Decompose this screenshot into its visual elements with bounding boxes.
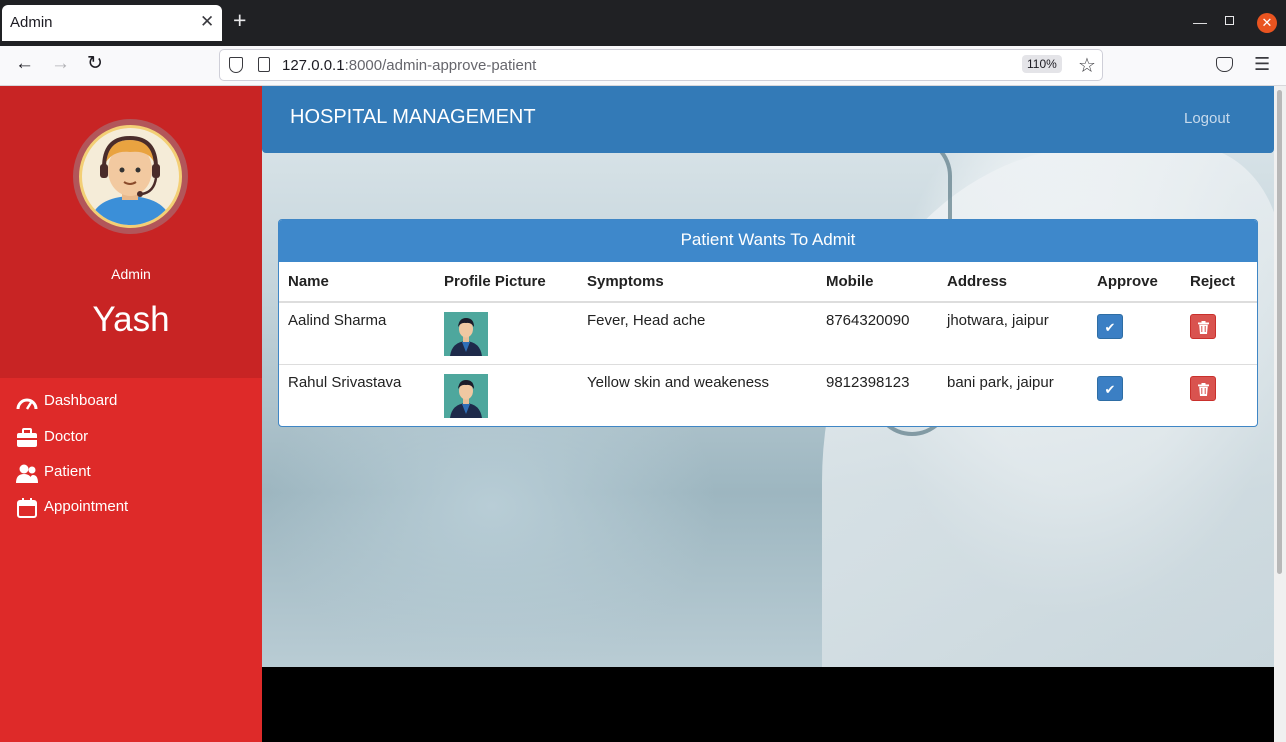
sidebar-profile: Admin Yash: [0, 86, 262, 378]
check-icon: ✔: [1104, 320, 1116, 335]
patient-name: Rahul Srivastava: [288, 373, 402, 391]
patient-name: Aalind Sharma: [279, 302, 435, 365]
trash-icon: [1197, 382, 1209, 396]
dashboard-gauge-icon: [16, 398, 38, 410]
reload-icon[interactable]: ↻: [87, 54, 103, 73]
sidebar-item-label: Dashboard: [44, 392, 118, 409]
page-scrollbar[interactable]: [1274, 86, 1286, 742]
patient-mobile: 8764320090: [817, 302, 938, 365]
profile-picture-cell: [435, 364, 578, 426]
patient-mobile: 9812398123: [826, 373, 910, 391]
reject-button[interactable]: [1190, 375, 1216, 401]
browser-tab-bar: Admin ✕ + — ✕: [0, 0, 1286, 46]
column-header-name: Name: [279, 262, 435, 303]
patient-address: jhotwara, jaipur: [938, 302, 1088, 365]
top-navbar: HOSPITAL MANAGEMENT Logout: [262, 86, 1274, 153]
approve-cell: ✔: [1088, 302, 1181, 365]
column-header-approve: Approve: [1088, 262, 1181, 303]
url-text[interactable]: 127.0.0.1:8000/admin-approve-patient: [282, 57, 536, 74]
sidebar-item-dashboard[interactable]: Dashboard: [16, 390, 246, 414]
approve-cell: ✔: [1088, 364, 1181, 426]
browser-nav-bar: ← → ↻ 127.0.0.1:8000/admin-approve-patie…: [0, 46, 1286, 86]
table-header-row: Name Profile Picture Symptoms Mobile Add…: [279, 262, 1257, 303]
close-tab-icon[interactable]: ✕: [200, 12, 214, 32]
brand-title[interactable]: HOSPITAL MANAGEMENT: [290, 106, 536, 129]
column-header-mobile: Mobile: [817, 262, 938, 303]
avatar-image: [79, 125, 182, 228]
zoom-level-badge[interactable]: 110%: [1022, 55, 1062, 73]
profile-picture-cell: [435, 302, 578, 365]
bookmark-star-icon[interactable]: ☆: [1078, 53, 1096, 78]
minimize-icon[interactable]: —: [1193, 14, 1207, 30]
panel-title: Patient Wants To Admit: [279, 220, 1257, 262]
column-header-profile-picture: Profile Picture: [435, 262, 578, 303]
window-close-icon[interactable]: ✕: [1257, 13, 1277, 33]
footer-area: [262, 667, 1274, 742]
user-name: Yash: [92, 300, 170, 339]
sidebar-item-appointment[interactable]: Appointment: [16, 496, 246, 520]
logout-link[interactable]: Logout: [1184, 110, 1230, 127]
patient-symptoms: Yellow skin and weakeness: [587, 373, 770, 391]
column-header-symptoms: Symptoms: [578, 262, 817, 303]
reject-button[interactable]: [1190, 314, 1216, 339]
patient-address: bani park, jaipur: [947, 373, 1054, 391]
calendar-icon: [17, 498, 37, 518]
column-header-address: Address: [938, 262, 1088, 303]
avatar: [73, 119, 188, 234]
reject-cell: [1181, 302, 1257, 365]
sidebar-item-label: Patient: [44, 463, 91, 480]
approve-button[interactable]: ✔: [1097, 314, 1123, 339]
url-host: 127.0.0.1: [282, 57, 345, 74]
back-arrow-icon[interactable]: ←: [15, 54, 34, 73]
person-avatar-icon: [450, 318, 482, 356]
briefcase-icon: [17, 428, 37, 447]
sidebar-item-label: Doctor: [44, 428, 89, 445]
page: Admin Yash Dashboard Doctor Patient Appo…: [0, 86, 1286, 742]
support-agent-icon: [90, 135, 172, 225]
patient-avatar: [444, 312, 488, 356]
maximize-icon[interactable]: [1225, 16, 1234, 25]
page-icon[interactable]: [258, 57, 270, 72]
forward-arrow-icon[interactable]: →: [51, 54, 70, 73]
url-path: :8000/admin-approve-patient: [344, 57, 537, 74]
sidebar: Admin Yash Dashboard Doctor Patient Appo…: [0, 86, 262, 742]
patient-avatar: [444, 373, 488, 418]
tab-title: Admin: [10, 14, 53, 31]
person-avatar-icon: [450, 379, 482, 418]
sidebar-item-label: Appointment: [44, 498, 129, 515]
address-bar[interactable]: 127.0.0.1:8000/admin-approve-patient 110…: [219, 49, 1103, 81]
admit-requests-panel: Patient Wants To Admit Name Profile Pict…: [278, 219, 1258, 427]
sidebar-item-patient[interactable]: Patient: [16, 461, 246, 485]
table-row: Aalind Sharma Fever, Head ache 876432009…: [279, 302, 1257, 365]
table-row: Rahul Srivastava Yellow skin and weakene…: [279, 364, 1257, 426]
trash-icon: [1197, 321, 1209, 334]
patients-table: Name Profile Picture Symptoms Mobile Add…: [279, 262, 1257, 426]
browser-tab[interactable]: Admin ✕: [2, 5, 222, 41]
patient-symptoms: Fever, Head ache: [578, 302, 817, 365]
check-icon: ✔: [1104, 381, 1116, 397]
users-icon: [16, 464, 38, 483]
reject-cell: [1181, 364, 1257, 426]
approve-button[interactable]: ✔: [1097, 375, 1123, 401]
pocket-icon[interactable]: [1216, 57, 1233, 72]
shield-icon[interactable]: [229, 57, 243, 73]
new-tab-icon[interactable]: +: [233, 9, 246, 32]
sidebar-item-doctor[interactable]: Doctor: [16, 426, 246, 450]
scrollbar-thumb[interactable]: [1277, 90, 1282, 574]
column-header-reject: Reject: [1181, 262, 1257, 303]
hamburger-menu-icon[interactable]: ☰: [1254, 54, 1270, 75]
user-role: Admin: [111, 266, 151, 282]
